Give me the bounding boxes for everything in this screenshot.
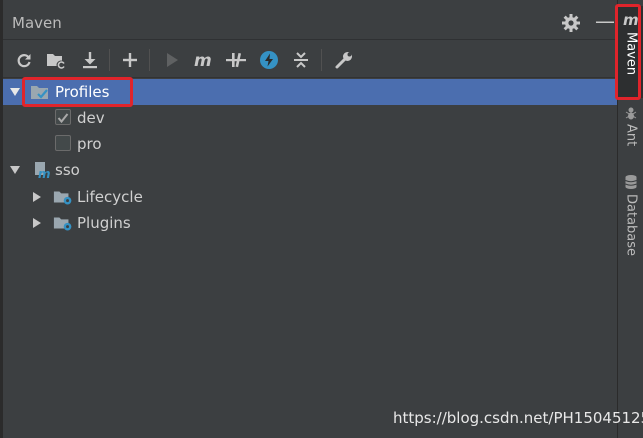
toggle-offline-button[interactable]: [225, 49, 247, 71]
profile-label-pro: pro: [77, 135, 102, 153]
maven-m-icon: m: [194, 51, 212, 69]
sidebar-tab-ant[interactable]: Ant: [618, 106, 643, 158]
sidebar-tab-database[interactable]: Database: [618, 174, 643, 264]
gear-icon[interactable]: [561, 13, 581, 33]
download-sources-button[interactable]: [79, 49, 101, 71]
tree-node-profile[interactable]: dev: [3, 105, 617, 131]
lightning-icon: [260, 51, 278, 69]
tree-node-project[interactable]: m sso: [3, 157, 617, 183]
add-project-button[interactable]: [119, 49, 141, 71]
tree-node-plugins[interactable]: Plugins: [3, 210, 617, 236]
execute-goal-button[interactable]: m: [193, 49, 215, 71]
chevron-down-icon[interactable]: [9, 164, 21, 176]
toolbar-separator: [149, 49, 150, 71]
minimize-button[interactable]: —: [595, 11, 615, 31]
database-icon: [625, 175, 637, 189]
plugins-label: Plugins: [77, 214, 131, 232]
offline-icon: [226, 52, 246, 68]
tool-window-title: Maven: [12, 14, 62, 32]
play-icon: [167, 53, 178, 67]
chevron-down-icon[interactable]: [9, 86, 21, 98]
skip-tests-button[interactable]: [258, 49, 280, 71]
ant-icon: [625, 107, 637, 120]
chevron-right-icon[interactable]: [31, 191, 43, 203]
refresh-icon: [17, 54, 31, 68]
watermark-text: https://blog.csdn.net/PH15045125: [393, 409, 643, 427]
folder-gear-icon: [53, 191, 72, 205]
plus-icon: [123, 53, 137, 67]
chevron-right-icon[interactable]: [31, 217, 43, 229]
project-label: sso: [55, 161, 80, 179]
sidebar-tab-label: Database: [623, 194, 639, 257]
profiles-highlight-box: [22, 77, 133, 107]
folder-gear-icon: [53, 217, 72, 231]
tree-node-lifecycle[interactable]: Lifecycle: [3, 184, 617, 210]
profile-label-dev: dev: [77, 109, 105, 127]
toolbar-separator: [321, 49, 322, 71]
sidebar-tab-label: Ant: [623, 124, 639, 147]
lifecycle-label: Lifecycle: [77, 188, 143, 206]
download-icon: [83, 52, 97, 69]
wrench-icon: [335, 52, 352, 69]
profile-checkbox-pro[interactable]: [55, 135, 71, 151]
profile-checkbox-dev[interactable]: [55, 109, 71, 125]
checkmark-icon: [57, 113, 69, 124]
collapse-icon: [294, 52, 308, 68]
generate-sources-button[interactable]: [45, 49, 67, 71]
tree-node-profile[interactable]: pro: [3, 131, 617, 157]
maven-tab-highlight-box: [615, 4, 641, 100]
toolbar-separator: [109, 49, 110, 71]
collapse-all-button[interactable]: [290, 49, 312, 71]
maven-toolbar: m: [3, 41, 617, 78]
folder-refresh-icon: [47, 54, 66, 70]
tool-window-header: Maven —: [3, 0, 617, 40]
maven-tool-window: Maven — m Profiles dev pro m sso Lifecyc…: [0, 0, 617, 438]
run-button[interactable]: [161, 49, 183, 71]
svg-text:m: m: [38, 167, 51, 179]
reload-all-button[interactable]: [13, 49, 35, 71]
maven-project-icon: m: [35, 162, 51, 179]
svg-text:m: m: [194, 51, 212, 69]
maven-settings-button[interactable]: [333, 49, 355, 71]
